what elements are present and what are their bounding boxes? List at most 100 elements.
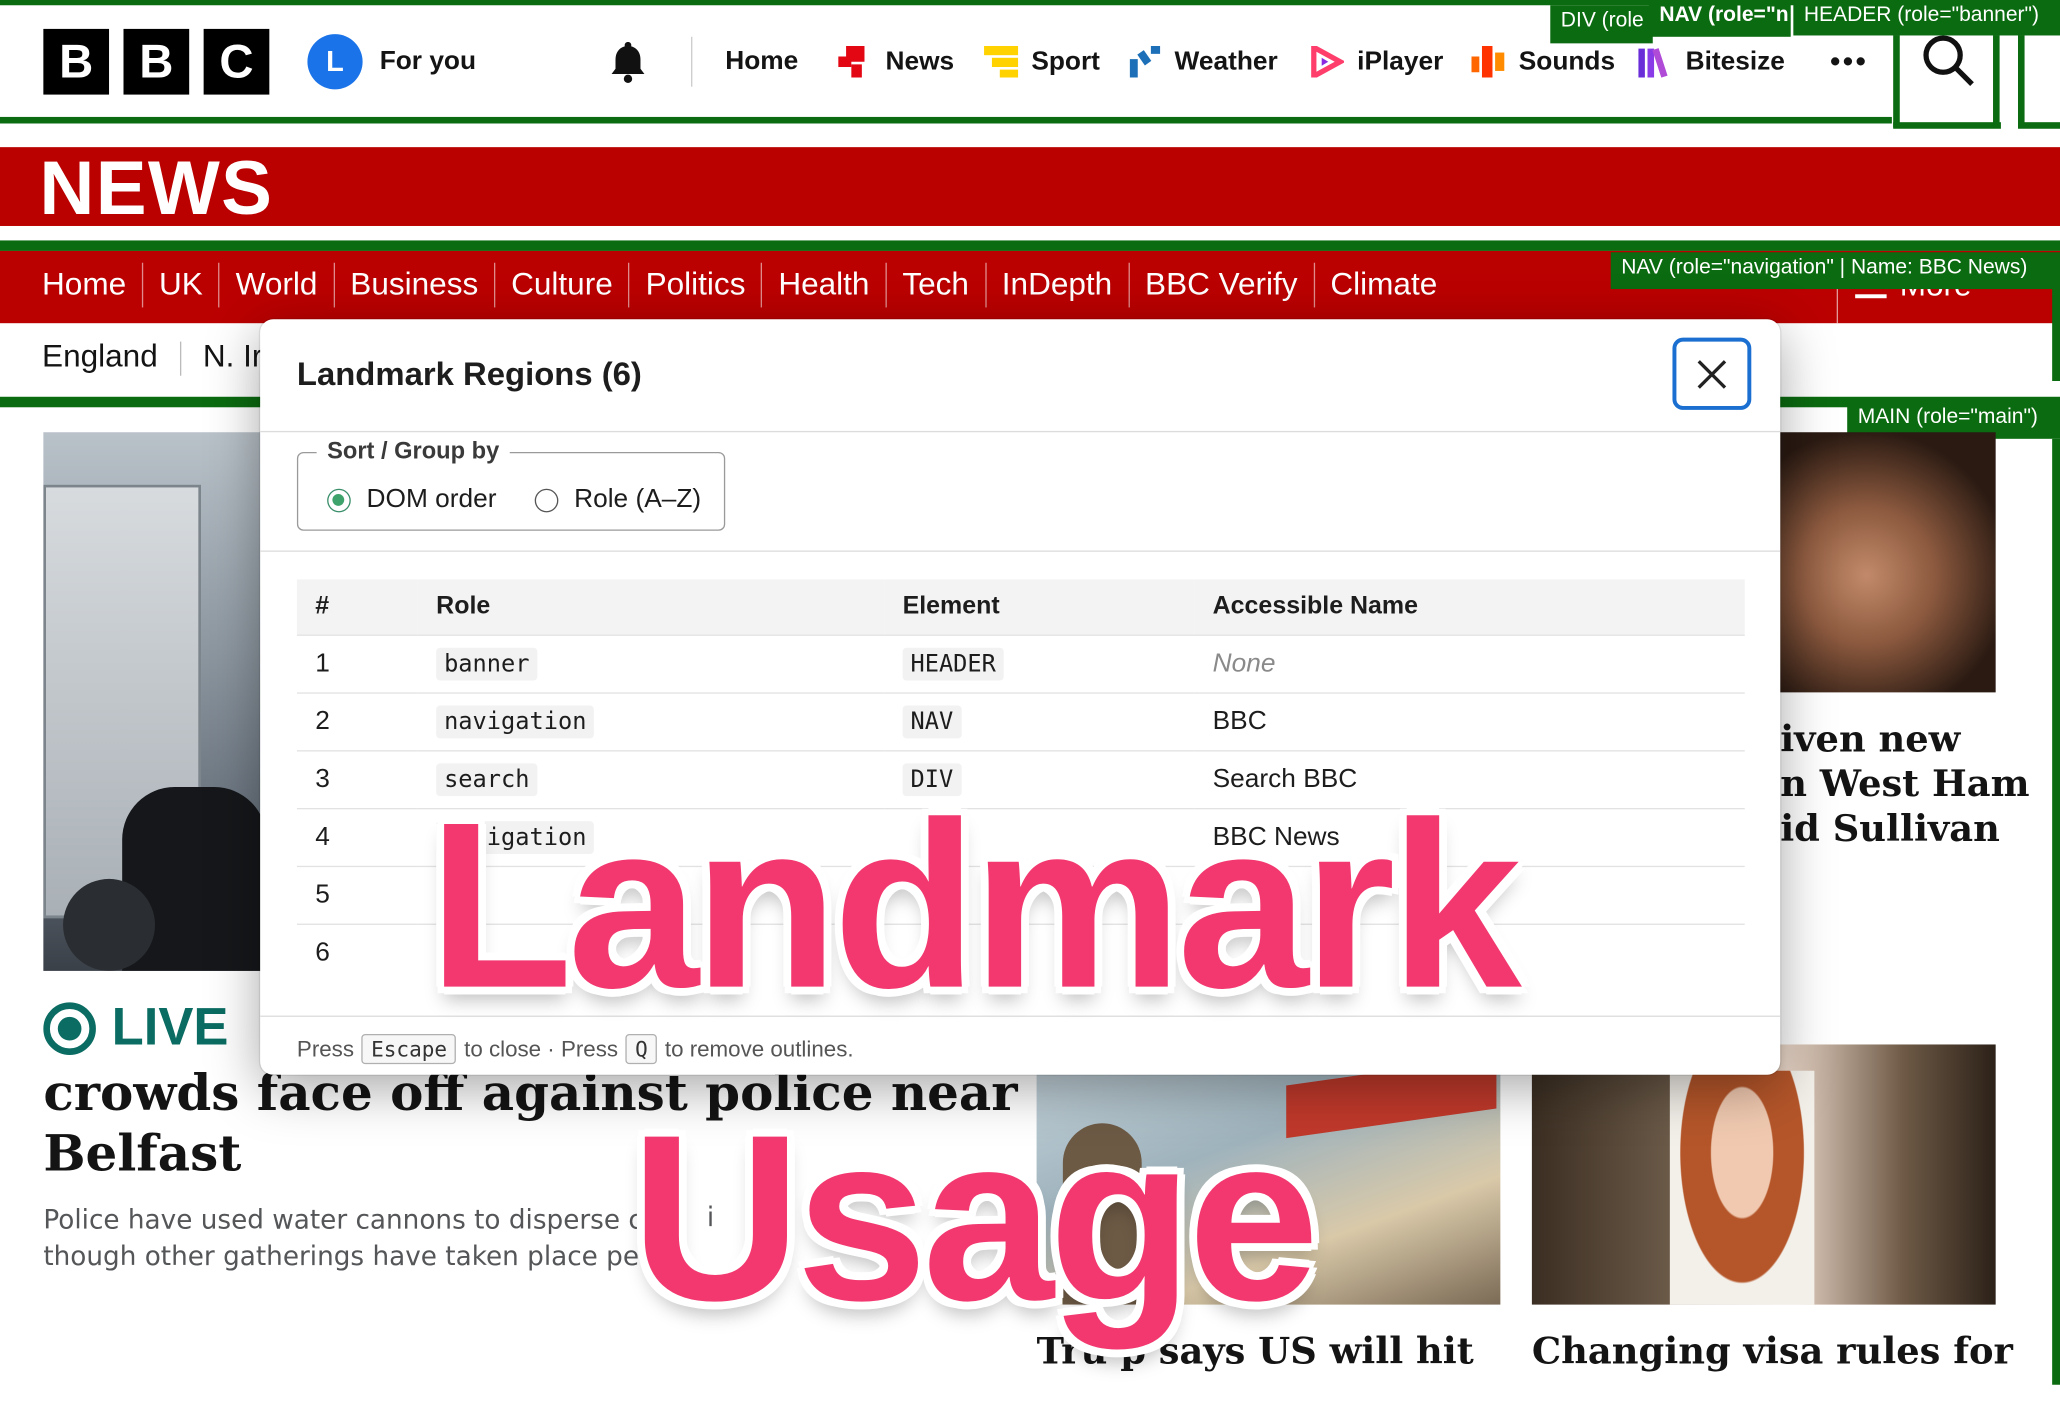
bbc-logo-letter-b1[interactable]: B <box>43 28 110 95</box>
lead-story-photo[interactable] <box>43 432 267 971</box>
sort-role-az-label: Role (A–Z) <box>574 484 702 514</box>
hint-close: to close · Press <box>464 1035 619 1061</box>
overlay-word-landmark: Landmark <box>428 773 1521 1038</box>
iplayer-icon <box>1310 42 1346 81</box>
visa-story-headline[interactable]: Changing visa rules for <box>1532 1330 2013 1375</box>
account-avatar[interactable]: L <box>307 34 363 90</box>
topnav-sport[interactable]: Sport <box>984 45 1100 78</box>
radio-selected-indicator <box>327 488 351 512</box>
topnav-iplayer-label: iPlayer <box>1357 46 1444 76</box>
side-story-line2[interactable]: n West Ham <box>1780 762 2029 807</box>
section-indepth[interactable]: InDepth <box>984 262 1128 308</box>
radio-unselected-indicator <box>534 488 559 512</box>
side-story-line3[interactable]: id Sullivan <box>1780 807 2000 852</box>
topnav-weather-label: Weather <box>1174 46 1278 76</box>
row-number: 1 <box>296 633 418 693</box>
topnav-news-label: News <box>885 46 955 76</box>
section-business[interactable]: Business <box>333 262 494 308</box>
bbc-logo-letter-b2[interactable]: B <box>123 28 190 95</box>
news-banner <box>0 147 2060 226</box>
row-accessible-name: None <box>1194 633 1745 693</box>
sort-group-fieldset: Sort / Group by DOM order Role (A–Z) <box>296 437 726 531</box>
dialog-footer-hint: Press Escape to close · Press Q to remov… <box>296 1033 854 1065</box>
role-code: navigation <box>436 704 595 738</box>
topnav-bitesize-label: Bitesize <box>1685 46 1785 76</box>
outline-tag-nav-news: NAV (role="navigation" | Name: BBC News) <box>1610 252 2060 290</box>
subnav-england[interactable]: England <box>42 339 158 374</box>
outline-search-left <box>1893 35 1900 128</box>
row-number: 6 <box>296 922 418 982</box>
bbc-logo-letter-c[interactable]: C <box>203 28 270 95</box>
topnav-sport-label: Sport <box>1031 46 1100 76</box>
section-politics[interactable]: Politics <box>628 262 762 308</box>
hint-remove: to remove outlines. <box>664 1035 854 1061</box>
row-element: NAV <box>884 691 1195 751</box>
row-accessible-name: BBC <box>1194 691 1745 751</box>
visa-story-photo[interactable] <box>1531 1044 1996 1305</box>
row-role: banner <box>417 633 885 693</box>
sort-group-legend: Sort / Group by <box>316 437 510 466</box>
bell-icon[interactable] <box>607 39 649 90</box>
close-button[interactable] <box>1672 337 1752 410</box>
role-code: banner <box>436 647 538 680</box>
table-header-row: # Role Element Accessible Name <box>296 579 1745 635</box>
dialog-title: Landmark Regions (6) <box>296 356 642 393</box>
section-tech[interactable]: Tech <box>885 262 984 308</box>
photo-person <box>1669 1070 1815 1305</box>
topnav-news[interactable]: News <box>838 45 955 78</box>
section-climate[interactable]: Climate <box>1313 262 1453 308</box>
news-icon <box>838 45 872 78</box>
subnav-ni[interactable]: N. Ir <box>203 339 263 374</box>
sounds-icon <box>1471 45 1505 78</box>
side-story-line1[interactable]: iven new <box>1780 717 1960 762</box>
live-badge: LIVE <box>43 998 228 1057</box>
search-icon <box>1923 35 1963 75</box>
row-element: HEADER <box>884 633 1195 693</box>
more-menu-dots[interactable]: ••• <box>1830 45 1868 79</box>
subnav-divider <box>179 341 181 376</box>
live-icon <box>43 1001 96 1055</box>
sort-role-az-radio[interactable]: Role (A–Z) <box>534 484 702 515</box>
section-home[interactable]: Home <box>42 263 142 308</box>
row-number: 5 <box>296 865 418 924</box>
hint-press: Press <box>296 1035 355 1061</box>
sport-icon <box>984 45 1019 78</box>
header-divider <box>691 36 693 87</box>
for-you-link[interactable]: For you <box>380 47 476 77</box>
col-role[interactable]: Role <box>417 579 885 635</box>
section-bbc-verify[interactable]: BBC Verify <box>1127 262 1313 308</box>
table-row[interactable]: 1 banner HEADER None <box>296 633 1745 693</box>
col-accessible-name[interactable]: Accessible Name <box>1194 579 1745 635</box>
section-culture[interactable]: Culture <box>494 262 629 308</box>
topnav-sounds[interactable]: Sounds <box>1471 45 1615 78</box>
topnav-home[interactable]: Home <box>725 47 798 77</box>
row-role: navigation <box>417 691 885 751</box>
photo-helmet <box>63 878 156 971</box>
row-number: 4 <box>296 807 418 866</box>
bitesize-icon <box>1638 46 1672 78</box>
outline-nav-news-top <box>0 240 2060 251</box>
escape-key: Escape <box>361 1033 457 1065</box>
section-world[interactable]: World <box>218 262 334 308</box>
outline-search-bottom <box>1893 122 2001 129</box>
close-icon <box>1697 359 1727 389</box>
outline-tag-nav-top: NAV (role="n <box>1648 0 1791 37</box>
outline-tag-header: HEADER (role="banner") <box>1793 0 2060 36</box>
outline-nav-news-right <box>2052 289 2060 382</box>
col-element[interactable]: Element <box>884 579 1195 635</box>
side-story-photo[interactable] <box>1780 432 1996 693</box>
overlay-word-usage: Usage <box>630 1086 1320 1351</box>
section-uk[interactable]: UK <box>141 262 219 308</box>
sort-dom-order-radio[interactable]: DOM order <box>327 485 496 515</box>
topnav-iplayer[interactable]: iPlayer <box>1310 42 1444 81</box>
news-logo[interactable]: NEWS <box>39 145 273 233</box>
lead-headline-line2[interactable]: Belfast <box>43 1124 241 1183</box>
topnav-weather[interactable]: Weather <box>1127 45 1278 78</box>
section-health[interactable]: Health <box>761 262 885 308</box>
row-number: 2 <box>296 691 418 751</box>
topnav-bitesize[interactable]: Bitesize <box>1638 46 1785 78</box>
col-number[interactable]: # <box>296 579 418 635</box>
q-key: Q <box>625 1033 657 1065</box>
table-row[interactable]: 2 navigation NAV BBC <box>296 691 1745 751</box>
topnav-home-label: Home <box>725 46 799 76</box>
